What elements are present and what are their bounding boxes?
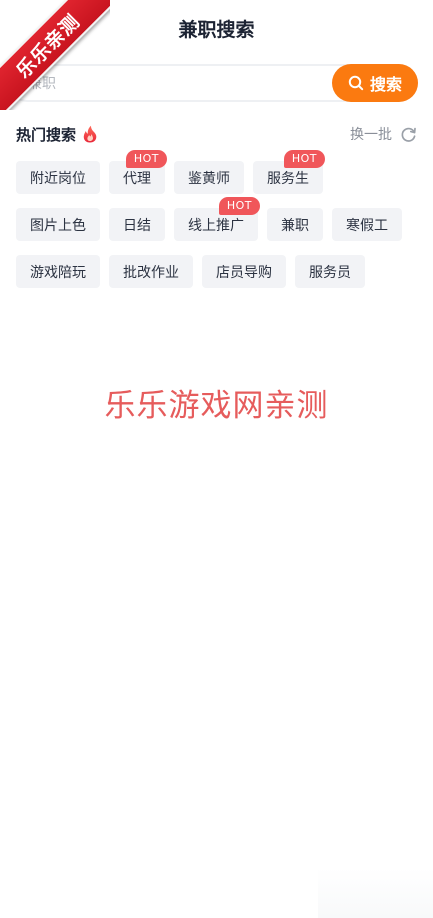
hot-search-tag-label: 寒假工	[346, 217, 388, 234]
hot-search-tag[interactable]: 店员导购	[202, 255, 286, 288]
hot-search-tag-label: 游戏陪玩	[30, 264, 86, 281]
bottom-fade	[318, 868, 433, 918]
hot-search-tag[interactable]: 寒假工	[332, 208, 402, 241]
hot-search-tag[interactable]: 游戏陪玩	[16, 255, 100, 288]
page: 乐乐亲测 兼职搜索 搜索 热门搜索	[0, 0, 433, 918]
search-button[interactable]: 搜索	[332, 64, 418, 102]
hot-search-title: 热门搜索	[16, 125, 77, 144]
hot-search-tag[interactable]: 服务员	[295, 255, 365, 288]
hot-badge: HOT	[283, 150, 325, 168]
hot-search-tag-label: 服务生	[267, 170, 309, 187]
hot-search-tag-label: 批改作业	[123, 264, 179, 281]
refresh-label: 换一批	[350, 127, 392, 143]
hot-search-tag-label: 服务员	[309, 264, 351, 281]
hot-search-tags: 附近岗位 代理 HOT 鉴黄师 服务生 HOT 图片上色 日结 线上推广 HOT 兼职 寒假工游戏陪玩…	[16, 150, 426, 302]
hot-search-tag[interactable]: 日结	[109, 208, 165, 241]
hot-search-tag-label: 店员导购	[216, 264, 272, 281]
hot-search-tag-label: 鉴黄师	[188, 170, 230, 187]
corner-watermark-text: 乐乐亲测	[11, 9, 85, 83]
hot-search-tag[interactable]: 兼职	[267, 208, 323, 241]
hot-search-header: 热门搜索 换一批	[16, 122, 417, 146]
hot-search-title-group: 热门搜索	[16, 124, 98, 145]
hot-search-tag[interactable]: 代理 HOT	[109, 150, 167, 194]
search-button-label: 搜索	[369, 75, 402, 94]
fire-icon	[83, 125, 97, 143]
hot-search-tag[interactable]: 线上推广 HOT	[174, 197, 260, 241]
hot-search-tag[interactable]: 图片上色	[16, 208, 100, 241]
hot-search-tag-label: 图片上色	[30, 217, 86, 234]
corner-watermark: 乐乐亲测	[0, 0, 110, 110]
hot-search-tag-label: 线上推广	[188, 217, 244, 234]
center-watermark: 乐乐游戏网亲测	[104, 388, 329, 424]
hot-search-tag[interactable]: 批改作业	[109, 255, 193, 288]
tag-row: 附近岗位 代理 HOT 鉴黄师 服务生 HOT	[16, 150, 426, 194]
hot-search-tag-label: 兼职	[281, 217, 309, 234]
refresh-icon	[401, 127, 416, 142]
page-title: 兼职搜索	[178, 18, 255, 41]
hot-badge: HOT	[125, 150, 167, 168]
tag-row: 图片上色 日结 线上推广 HOT 兼职 寒假工	[16, 197, 426, 241]
refresh-button[interactable]: 换一批	[350, 124, 417, 144]
hot-badge: HOT	[218, 197, 260, 215]
search-icon	[348, 75, 364, 91]
hot-search-tag-label: 附近岗位	[30, 170, 86, 187]
corner-watermark-band: 乐乐亲测	[0, 0, 110, 110]
hot-search-tag-label: 代理	[123, 170, 151, 187]
hot-search-tag[interactable]: 鉴黄师	[174, 161, 244, 194]
tag-row: 游戏陪玩 批改作业 店员导购 服务员	[16, 255, 426, 288]
hot-search-tag[interactable]: 服务生 HOT	[253, 150, 325, 194]
hot-search-tag[interactable]: 附近岗位	[16, 161, 100, 194]
hot-search-tag-label: 日结	[123, 217, 151, 234]
